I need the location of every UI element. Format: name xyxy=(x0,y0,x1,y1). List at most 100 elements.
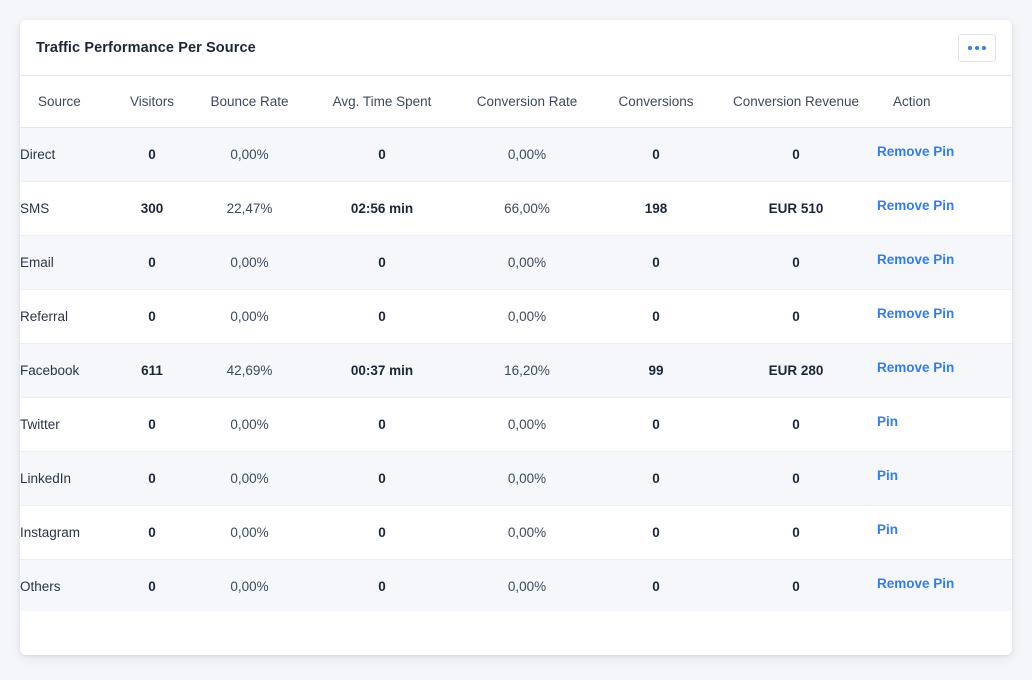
cell-action: Pin xyxy=(877,451,1012,506)
cell-conversion-revenue: 0 xyxy=(715,289,877,344)
card-header: Traffic Performance Per Source xyxy=(20,20,1012,76)
pin-toggle-link[interactable]: Remove Pin xyxy=(877,576,954,591)
cell-visitors: 611 xyxy=(112,343,192,398)
column-header-action: Action xyxy=(877,76,1012,128)
column-header-conversion-revenue[interactable]: Conversion Revenue xyxy=(715,76,877,128)
more-options-button[interactable] xyxy=(958,33,996,62)
cell-conversion-revenue: 0 xyxy=(715,451,877,506)
cell-visitors: 0 xyxy=(112,451,192,506)
cell-avg-time-spent: 00:37 min xyxy=(307,343,457,398)
cell-conversion-revenue: 0 xyxy=(715,235,877,290)
traffic-performance-table: Source Visitors Bounce Rate Avg. Time Sp… xyxy=(20,76,1012,612)
cell-bounce-rate: 0,00% xyxy=(192,397,307,452)
column-header-bounce-rate[interactable]: Bounce Rate xyxy=(192,76,307,128)
pin-toggle-link[interactable]: Remove Pin xyxy=(877,144,954,159)
cell-avg-time-spent: 0 xyxy=(307,505,457,560)
cell-source: Others xyxy=(20,559,112,612)
cell-source: Facebook xyxy=(20,343,112,398)
cell-avg-time-spent: 0 xyxy=(307,127,457,182)
cell-action: Pin xyxy=(877,397,1012,452)
cell-conversion-rate: 66,00% xyxy=(457,181,597,236)
cell-visitors: 0 xyxy=(112,235,192,290)
cell-avg-time-spent: 0 xyxy=(307,289,457,344)
pin-toggle-link[interactable]: Pin xyxy=(877,414,898,429)
cell-conversions: 99 xyxy=(597,343,715,398)
column-header-avg-time-spent[interactable]: Avg. Time Spent xyxy=(307,76,457,128)
cell-bounce-rate: 22,47% xyxy=(192,181,307,236)
table-row: Instagram 0 0,00% 0 0,00% 0 0 Pin xyxy=(20,505,1012,560)
cell-action: Remove Pin xyxy=(877,181,1012,236)
cell-avg-time-spent: 0 xyxy=(307,559,457,612)
table-row: Twitter 0 0,00% 0 0,00% 0 0 Pin xyxy=(20,397,1012,452)
cell-avg-time-spent: 0 xyxy=(307,451,457,506)
cell-conversions: 0 xyxy=(597,127,715,182)
cell-bounce-rate: 0,00% xyxy=(192,289,307,344)
cell-conversion-rate: 0,00% xyxy=(457,505,597,560)
table-row: Others 0 0,00% 0 0,00% 0 0 Remove Pin xyxy=(20,559,1012,612)
cell-visitors: 300 xyxy=(112,181,192,236)
table-row: LinkedIn 0 0,00% 0 0,00% 0 0 Pin xyxy=(20,451,1012,506)
cell-avg-time-spent: 0 xyxy=(307,397,457,452)
page-title: Traffic Performance Per Source xyxy=(36,39,256,56)
pin-toggle-link[interactable]: Pin xyxy=(877,468,898,483)
cell-conversion-revenue: EUR 280 xyxy=(715,343,877,398)
table-header: Source Visitors Bounce Rate Avg. Time Sp… xyxy=(20,76,1012,128)
column-header-conversion-rate[interactable]: Conversion Rate xyxy=(457,76,597,128)
table-row: Email 0 0,00% 0 0,00% 0 0 Remove Pin xyxy=(20,235,1012,290)
cell-source: Referral xyxy=(20,289,112,344)
cell-visitors: 0 xyxy=(112,505,192,560)
cell-source: LinkedIn xyxy=(20,451,112,506)
cell-source: Twitter xyxy=(20,397,112,452)
ellipsis-horizontal-icon xyxy=(982,45,986,50)
table-header-row: Source Visitors Bounce Rate Avg. Time Sp… xyxy=(20,76,1012,128)
cell-source: Email xyxy=(20,235,112,290)
cell-action: Remove Pin xyxy=(877,127,1012,182)
cell-conversion-revenue: 0 xyxy=(715,505,877,560)
cell-conversion-rate: 0,00% xyxy=(457,289,597,344)
cell-conversion-revenue: EUR 510 xyxy=(715,181,877,236)
table-row: Facebook 611 42,69% 00:37 min 16,20% 99 EUR 28… xyxy=(20,343,1012,398)
table-row: Referral 0 0,00% 0 0,00% 0 0 Remove Pin xyxy=(20,289,1012,344)
ellipsis-horizontal-icon xyxy=(975,45,979,50)
cell-conversions: 0 xyxy=(597,505,715,560)
pin-toggle-link[interactable]: Remove Pin xyxy=(877,252,954,267)
cell-bounce-rate: 0,00% xyxy=(192,559,307,612)
table-body: Direct 0 0,00% 0 0,00% 0 0 Remove Pin SMS 300 22,4… xyxy=(20,127,1012,612)
cell-conversions: 0 xyxy=(597,397,715,452)
ellipsis-horizontal-icon xyxy=(968,45,972,50)
pin-toggle-link[interactable]: Remove Pin xyxy=(877,306,954,321)
cell-conversion-rate: 16,20% xyxy=(457,343,597,398)
cell-conversion-rate: 0,00% xyxy=(457,397,597,452)
cell-conversion-revenue: 0 xyxy=(715,127,877,182)
cell-conversions: 0 xyxy=(597,559,715,612)
cell-conversion-revenue: 0 xyxy=(715,397,877,452)
cell-visitors: 0 xyxy=(112,397,192,452)
cell-avg-time-spent: 0 xyxy=(307,235,457,290)
pin-toggle-link[interactable]: Remove Pin xyxy=(877,360,954,375)
cell-visitors: 0 xyxy=(112,559,192,612)
cell-source: Direct xyxy=(20,127,112,182)
cell-conversion-rate: 0,00% xyxy=(457,127,597,182)
cell-source: Instagram xyxy=(20,505,112,560)
column-header-conversions[interactable]: Conversions xyxy=(597,76,715,128)
column-header-visitors[interactable]: Visitors xyxy=(112,76,192,128)
table-row: Direct 0 0,00% 0 0,00% 0 0 Remove Pin xyxy=(20,127,1012,182)
cell-conversions: 0 xyxy=(597,289,715,344)
cell-bounce-rate: 0,00% xyxy=(192,127,307,182)
column-header-source[interactable]: Source xyxy=(20,76,112,128)
cell-bounce-rate: 42,69% xyxy=(192,343,307,398)
cell-action: Remove Pin xyxy=(877,343,1012,398)
cell-conversion-revenue: 0 xyxy=(715,559,877,612)
cell-conversions: 0 xyxy=(597,235,715,290)
cell-action: Remove Pin xyxy=(877,559,1012,612)
cell-conversion-rate: 0,00% xyxy=(457,559,597,612)
pin-toggle-link[interactable]: Pin xyxy=(877,522,898,537)
table-container: Source Visitors Bounce Rate Avg. Time Sp… xyxy=(20,76,1012,612)
cell-action: Remove Pin xyxy=(877,289,1012,344)
cell-bounce-rate: 0,00% xyxy=(192,235,307,290)
cell-conversion-rate: 0,00% xyxy=(457,451,597,506)
cell-conversions: 198 xyxy=(597,181,715,236)
cell-action: Pin xyxy=(877,505,1012,560)
pin-toggle-link[interactable]: Remove Pin xyxy=(877,198,954,213)
cell-action: Remove Pin xyxy=(877,235,1012,290)
